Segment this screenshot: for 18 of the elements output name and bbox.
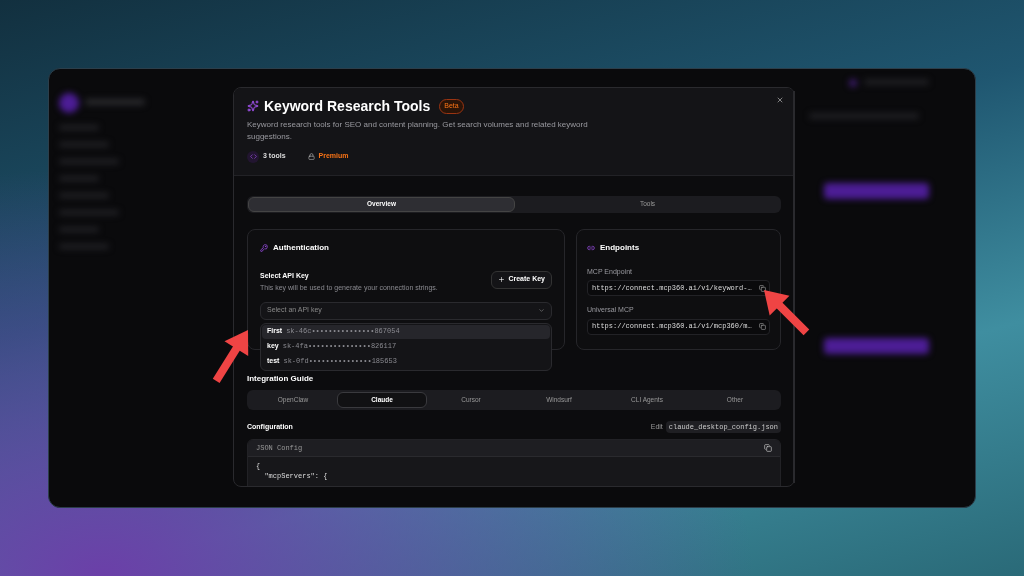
annotation-arrow [212,330,249,383]
chevron-down-icon [538,307,545,314]
key-icon [260,243,268,252]
code-icon [247,150,259,163]
copy-icon[interactable] [759,284,766,292]
card-title: Endpoints [600,241,640,254]
link-icon [587,243,595,252]
lock-icon [307,153,315,160]
modal-title: Keyword Research Tools [264,99,431,114]
plus-icon [498,276,506,283]
card-title: Authentication [273,241,329,254]
section-title: Integration Guide [247,373,315,384]
close-icon[interactable] [776,96,784,104]
copy-icon[interactable] [759,323,766,330]
sparkles-icon [247,100,259,113]
annotation-arrow [764,290,810,336]
copy-icon[interactable] [764,444,772,452]
modal-description: Keyword research tools for SEO and content planning. Get search volumes and related keyword suggestions. [247,118,589,143]
